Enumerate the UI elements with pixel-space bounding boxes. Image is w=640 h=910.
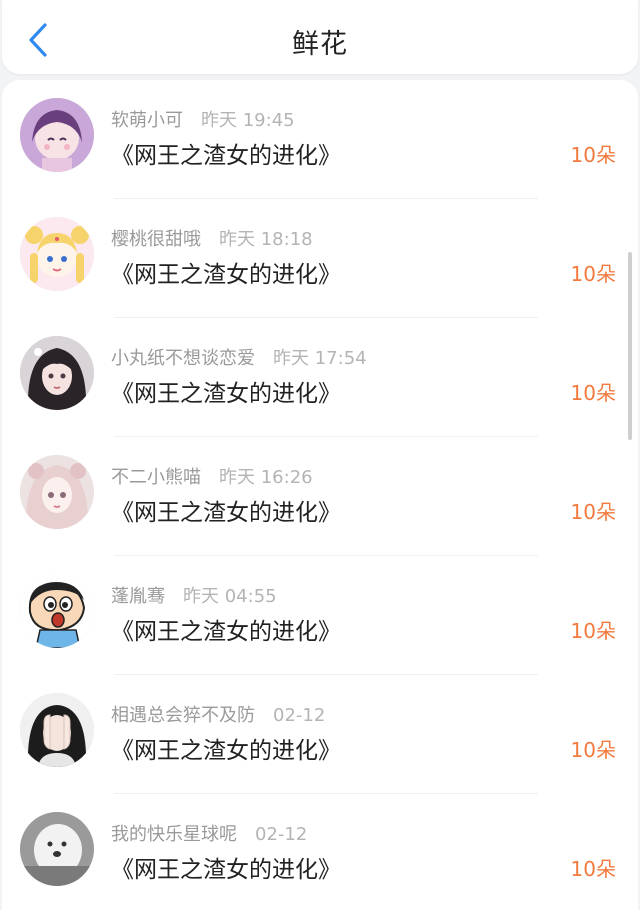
list-item[interactable]: 樱桃很甜哦 昨天 18:18 《网王之渣女的进化》 10朵 bbox=[2, 199, 638, 318]
flower-count: 10朵 bbox=[570, 500, 616, 524]
avatar[interactable] bbox=[20, 336, 94, 410]
list-item[interactable]: 蓬胤骞 昨天 04:55 《网王之渣女的进化》 10朵 bbox=[2, 556, 638, 675]
avatar[interactable] bbox=[20, 693, 94, 767]
book-title[interactable]: 《网王之渣女的进化》 bbox=[111, 255, 341, 289]
dark-hair-girl-avatar-icon bbox=[20, 336, 94, 410]
sailor-moon-avatar-icon bbox=[20, 217, 94, 291]
item-meta: 相遇总会猝不及防 02-12 bbox=[111, 701, 325, 727]
item-meta: 樱桃很甜哦 昨天 18:18 bbox=[111, 225, 313, 251]
covering-face-girl-avatar-icon bbox=[20, 693, 94, 767]
avatar[interactable] bbox=[20, 98, 94, 172]
book-title[interactable]: 《网王之渣女的进化》 bbox=[111, 374, 341, 408]
item-meta: 我的快乐星球呢 02-12 bbox=[111, 820, 307, 846]
timestamp: 昨天 19:45 bbox=[201, 110, 295, 131]
list-item[interactable]: 相遇总会猝不及防 02-12 《网王之渣女的进化》 10朵 bbox=[2, 675, 638, 794]
list-item[interactable]: 不二小熊喵 昨天 16:26 《网王之渣女的进化》 10朵 bbox=[2, 437, 638, 556]
item-meta: 不二小熊喵 昨天 16:26 bbox=[111, 463, 313, 489]
pink-hair-girl-avatar-icon bbox=[20, 455, 94, 529]
page-title: 鲜花 bbox=[292, 29, 348, 60]
timestamp: 昨天 04:55 bbox=[183, 586, 277, 607]
flower-list[interactable]: 软萌小可昨天 19:45 《网王之渣女的进化》 10朵 樱桃很甜哦昨天 18 bbox=[2, 80, 638, 910]
item-meta: 软萌小可 昨天 19:45 bbox=[111, 106, 295, 132]
item-meta: 蓬胤骞 昨天 04:55 bbox=[111, 582, 277, 608]
user-name[interactable]: 相遇总会猝不及防 bbox=[111, 705, 255, 726]
timestamp: 02-12 bbox=[255, 824, 308, 845]
timestamp: 02-12 bbox=[273, 705, 326, 726]
avatar[interactable] bbox=[20, 574, 94, 648]
book-title[interactable]: 《网王之渣女的进化》 bbox=[111, 493, 341, 527]
scrollbar[interactable] bbox=[628, 252, 632, 440]
user-name[interactable]: 樱桃很甜哦 bbox=[111, 229, 201, 250]
top-bar: 鲜花 bbox=[2, 0, 638, 74]
user-name[interactable]: 软萌小可 bbox=[111, 110, 183, 131]
flower-count: 10朵 bbox=[570, 262, 616, 286]
user-name[interactable]: 我的快乐星球呢 bbox=[111, 824, 237, 845]
timestamp: 昨天 16:26 bbox=[219, 467, 313, 488]
list-item[interactable]: 我的快乐星球呢 02-12 《网王之渣女的进化》 10朵 bbox=[2, 794, 638, 910]
book-title[interactable]: 《网王之渣女的进化》 bbox=[111, 731, 341, 765]
crayon-shinchan-avatar-icon bbox=[20, 574, 94, 648]
book-title[interactable]: 《网王之渣女的进化》 bbox=[111, 850, 341, 884]
book-title[interactable]: 《网王之渣女的进化》 bbox=[111, 612, 341, 646]
list-item[interactable]: 软萌小可 昨天 19:45 《网王之渣女的进化》 10朵 bbox=[2, 80, 638, 199]
user-name[interactable]: 小丸纸不想谈恋爱 bbox=[111, 348, 255, 369]
avatar[interactable] bbox=[20, 455, 94, 529]
flower-count: 10朵 bbox=[570, 738, 616, 762]
timestamp: 昨天 17:54 bbox=[273, 348, 367, 369]
flower-count: 10朵 bbox=[570, 619, 616, 643]
dog-meme-avatar-icon bbox=[20, 812, 94, 886]
flower-count: 10朵 bbox=[570, 857, 616, 881]
anime-girl-purple-avatar-icon bbox=[20, 98, 94, 172]
list-item[interactable]: 小丸纸不想谈恋爱 昨天 17:54 《网王之渣女的进化》 10朵 bbox=[2, 318, 638, 437]
flower-count: 10朵 bbox=[570, 143, 616, 167]
avatar[interactable] bbox=[20, 217, 94, 291]
item-meta: 小丸纸不想谈恋爱 昨天 17:54 bbox=[111, 344, 367, 370]
book-title[interactable]: 《网王之渣女的进化》 bbox=[111, 136, 341, 170]
user-name[interactable]: 蓬胤骞 bbox=[111, 586, 165, 607]
timestamp: 昨天 18:18 bbox=[219, 229, 313, 250]
flower-count: 10朵 bbox=[570, 381, 616, 405]
avatar[interactable] bbox=[20, 812, 94, 886]
user-name[interactable]: 不二小熊喵 bbox=[111, 467, 201, 488]
